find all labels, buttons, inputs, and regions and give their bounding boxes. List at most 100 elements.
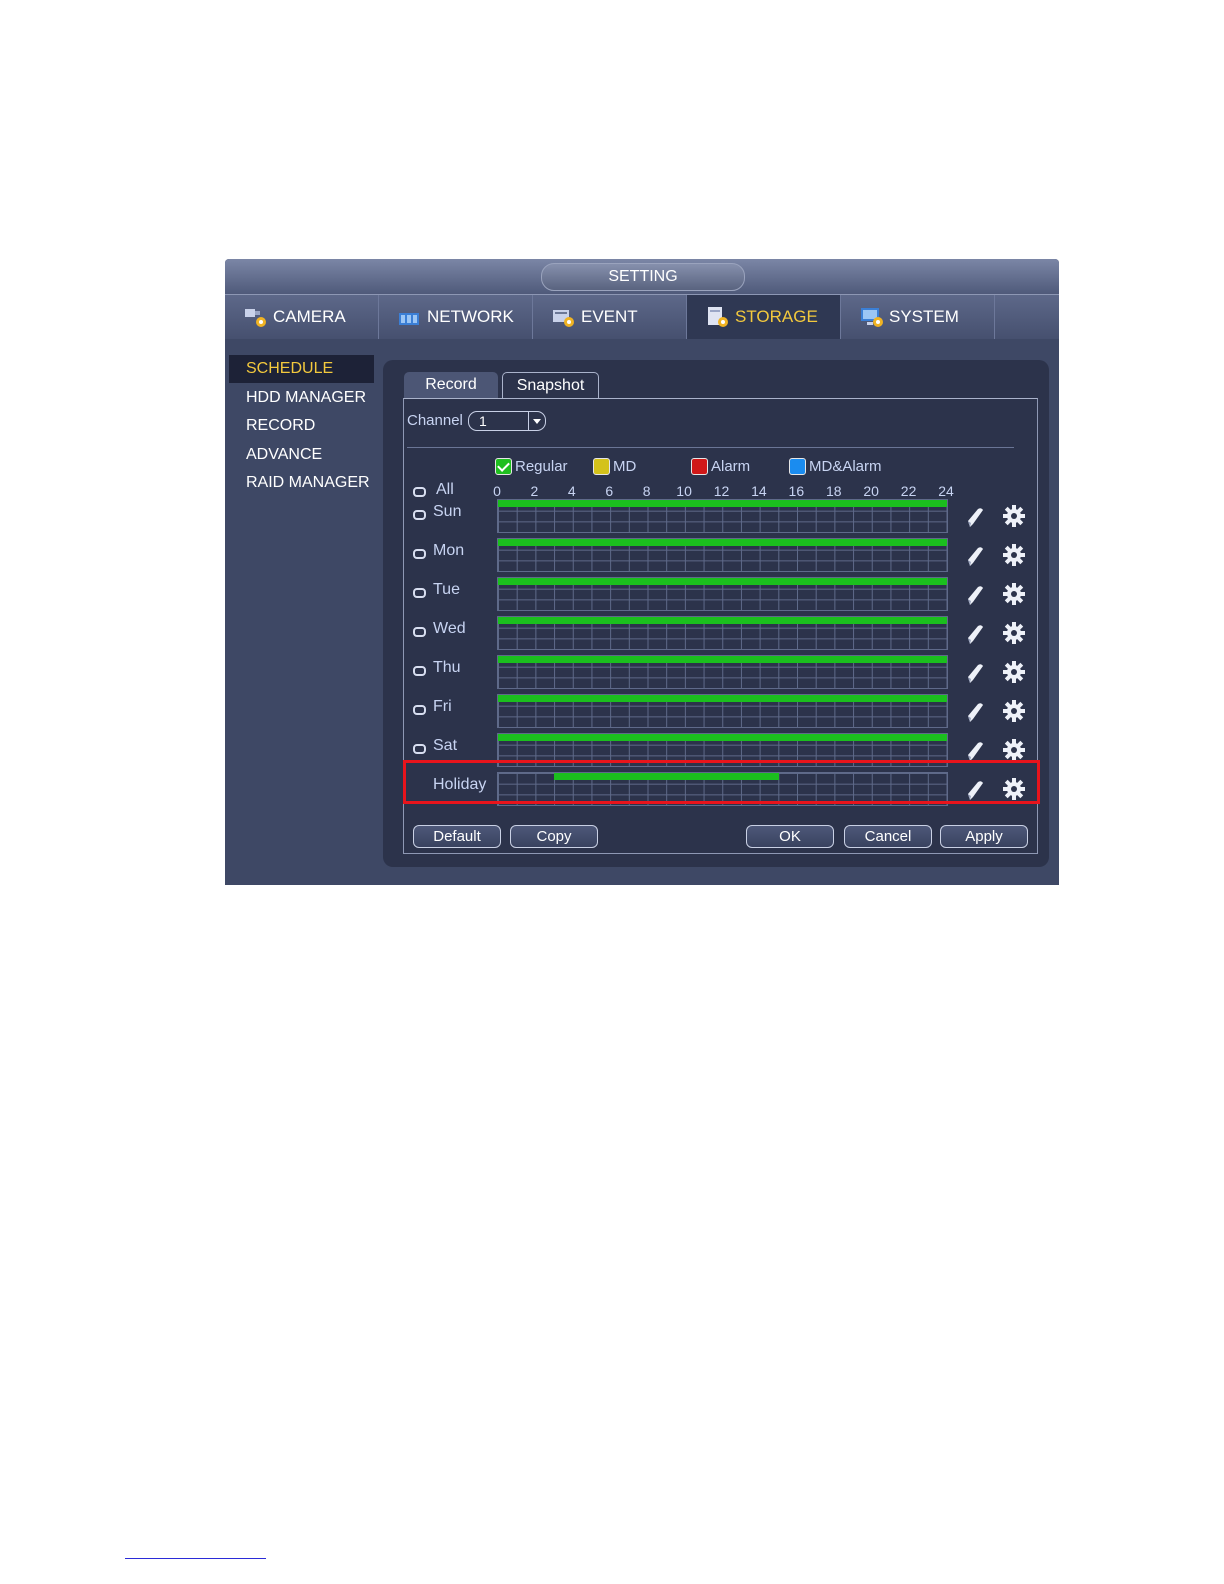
- checkbox-icon[interactable]: [495, 458, 512, 475]
- legend-md[interactable]: MD: [593, 458, 636, 475]
- nav-tab-label: SYSTEM: [889, 307, 959, 326]
- day-label-tue: Tue: [433, 581, 460, 598]
- checkbox-icon[interactable]: [691, 458, 708, 475]
- gear-icon[interactable]: [1002, 699, 1026, 723]
- day-label-wed: Wed: [433, 620, 466, 637]
- radio-all[interactable]: [413, 487, 426, 497]
- hour-tick-label: 4: [567, 483, 576, 499]
- radio-sat[interactable]: [413, 744, 426, 754]
- legend-regular[interactable]: Regular: [495, 458, 568, 475]
- apply-button[interactable]: Apply: [940, 825, 1028, 848]
- window-title: SETTING: [541, 263, 745, 291]
- storage-icon: [705, 305, 731, 329]
- nav-tab-camera[interactable]: CAMERA: [225, 295, 379, 339]
- nav-tab-system[interactable]: SYSTEM: [841, 295, 995, 339]
- footer-rule: [125, 1558, 266, 1559]
- event-icon: [551, 305, 577, 329]
- channel-value: 1: [479, 413, 487, 429]
- nav-tab-network[interactable]: NETWORK: [379, 295, 533, 339]
- legend-alarm[interactable]: Alarm: [691, 458, 750, 475]
- timeline-thu[interactable]: [497, 655, 948, 689]
- hour-tick-label: 8: [642, 483, 651, 499]
- schedule-segment: [498, 656, 947, 663]
- all-label: All: [436, 481, 454, 498]
- sidebar-item-schedule[interactable]: SCHEDULE: [229, 355, 374, 383]
- timeline-fri[interactable]: [497, 694, 948, 728]
- hour-tick-label: 24: [938, 483, 954, 499]
- radio-thu[interactable]: [413, 666, 426, 676]
- checkbox-icon[interactable]: [789, 458, 806, 475]
- hour-tick-label: 12: [713, 483, 730, 499]
- schedule-segment: [498, 695, 947, 702]
- gear-icon[interactable]: [1002, 582, 1026, 606]
- day-label-sat: Sat: [433, 737, 458, 754]
- nav-tab-event[interactable]: EVENT: [533, 295, 687, 339]
- title-bar: SETTING: [225, 259, 1059, 294]
- legend-label: Alarm: [711, 458, 751, 475]
- checkbox-icon[interactable]: [593, 458, 610, 475]
- pencil-icon[interactable]: [963, 544, 987, 568]
- tab-record[interactable]: Record: [404, 372, 498, 398]
- sidebar-item-advance[interactable]: ADVANCE: [229, 441, 374, 469]
- gear-icon[interactable]: [1002, 660, 1026, 684]
- chevron-down-icon[interactable]: [528, 412, 545, 430]
- tab-snapshot[interactable]: Snapshot: [502, 372, 599, 399]
- hour-tick-label: 20: [863, 483, 879, 499]
- gear-icon[interactable]: [1002, 504, 1026, 528]
- copy-button[interactable]: Copy: [510, 825, 598, 848]
- day-label-thu: Thu: [433, 659, 461, 676]
- hour-tick-label: 6: [605, 483, 614, 499]
- hour-tick-label: 10: [676, 483, 692, 499]
- radio-wed[interactable]: [413, 627, 426, 637]
- cancel-button[interactable]: Cancel: [844, 825, 932, 848]
- channel-select[interactable]: 1: [468, 411, 546, 431]
- schedule-segment: [498, 734, 947, 741]
- main-nav: CAMERA NETWORK EVENT STORAGE SYSTEM: [225, 294, 1059, 339]
- timeline-wed[interactable]: [497, 616, 948, 650]
- schedule-segment: [498, 578, 947, 585]
- nav-tab-label: CAMERA: [273, 307, 346, 326]
- schedule-segment: [498, 539, 947, 546]
- default-button[interactable]: Default: [413, 825, 501, 848]
- divider: [407, 447, 1014, 448]
- gear-icon[interactable]: [1002, 738, 1026, 762]
- radio-fri[interactable]: [413, 705, 426, 715]
- sidebar-item-raid-manager[interactable]: RAID MANAGER: [229, 469, 374, 497]
- gear-icon[interactable]: [1002, 543, 1026, 567]
- day-label-fri: Fri: [433, 698, 452, 715]
- pencil-icon[interactable]: [963, 661, 987, 685]
- schedule-segment: [498, 500, 947, 507]
- legend-md-alarm[interactable]: MD&Alarm: [789, 458, 882, 475]
- timeline-tue[interactable]: [497, 577, 948, 611]
- gear-icon[interactable]: [1002, 621, 1026, 645]
- ok-button[interactable]: OK: [746, 825, 834, 848]
- hour-tick-label: 2: [530, 483, 539, 499]
- hour-tick-label: 22: [900, 483, 917, 499]
- day-label-mon: Mon: [433, 542, 465, 559]
- sidebar-item-record[interactable]: RECORD: [229, 412, 374, 440]
- network-icon: [397, 305, 423, 329]
- channel-label: Channel: [407, 412, 463, 429]
- day-label-sun: Sun: [433, 503, 462, 520]
- pencil-icon[interactable]: [963, 583, 987, 607]
- nav-tab-storage[interactable]: STORAGE: [687, 295, 841, 339]
- pencil-icon[interactable]: [963, 622, 987, 646]
- hour-tick-label: 14: [751, 483, 767, 499]
- pencil-icon[interactable]: [963, 700, 987, 724]
- legend-label: Regular: [515, 458, 568, 475]
- radio-sun[interactable]: [413, 510, 426, 520]
- pencil-icon[interactable]: [963, 505, 987, 529]
- sidebar: SCHEDULE HDD MANAGER RECORD ADVANCE RAID MAN…: [229, 355, 374, 498]
- camera-icon: [243, 305, 269, 329]
- nav-tab-label: NETWORK: [427, 307, 514, 326]
- timeline-mon[interactable]: [497, 538, 948, 572]
- radio-mon[interactable]: [413, 549, 426, 559]
- hour-tick-label: 16: [788, 483, 805, 499]
- timeline-sun[interactable]: [497, 499, 948, 533]
- hour-tick-label: 0: [493, 483, 501, 499]
- radio-tue[interactable]: [413, 588, 426, 598]
- legend-label: MD&Alarm: [809, 458, 882, 475]
- schedule-segment: [498, 617, 947, 624]
- holiday-highlight-box: [403, 760, 1040, 804]
- sidebar-item-hdd-manager[interactable]: HDD MANAGER: [229, 384, 374, 412]
